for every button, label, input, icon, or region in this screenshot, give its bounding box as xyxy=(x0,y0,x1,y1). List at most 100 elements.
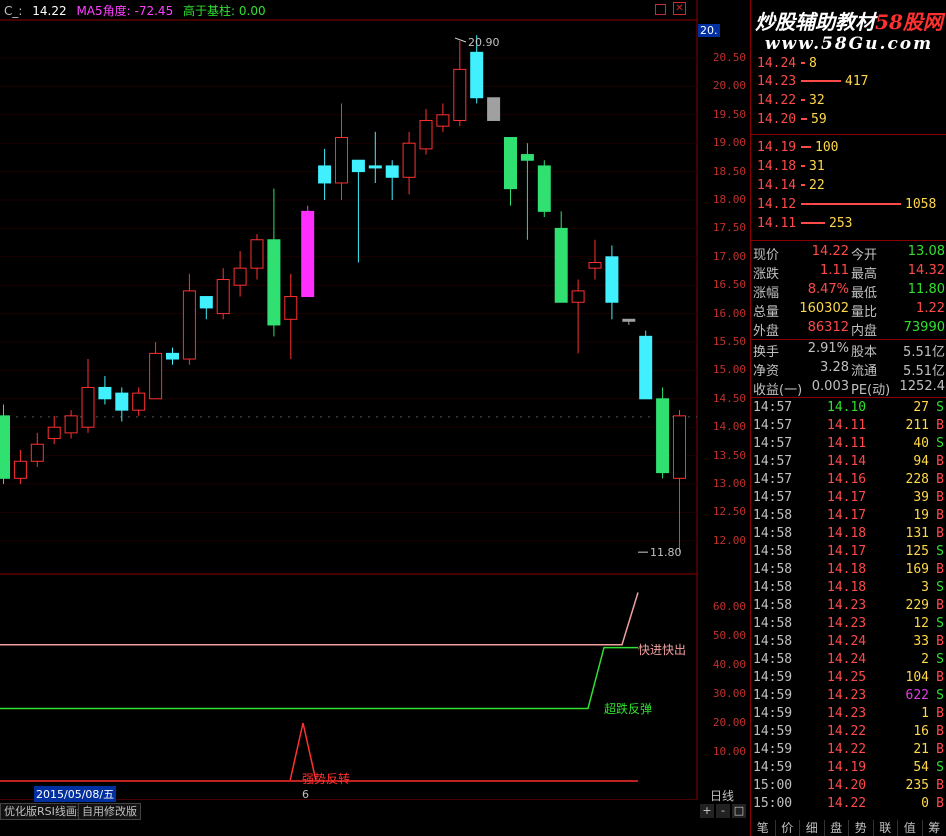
trade-tick-row[interactable]: 14:58 14.18 169 B xyxy=(751,562,946,580)
trade-tick-row[interactable]: 15:00 14.22 0 B xyxy=(751,796,946,814)
candle-body xyxy=(504,137,517,190)
trade-volume: 19 xyxy=(913,508,929,523)
trade-tick-row[interactable]: 14:59 14.23 1 B xyxy=(751,706,946,724)
quote-label: 涨跌 xyxy=(753,267,780,282)
price-tick-label: 20.50 xyxy=(712,51,746,64)
trade-tick-row[interactable]: 14:59 14.19 54 S xyxy=(751,760,946,778)
candle-body xyxy=(13,460,27,479)
trade-side: B xyxy=(936,778,944,793)
order-book-row[interactable]: 14.11 253 xyxy=(757,214,852,232)
order-book-row[interactable]: 14.19 100 xyxy=(757,138,838,156)
trade-price: 14.19 xyxy=(827,760,867,775)
order-volume: 417 xyxy=(845,73,869,89)
trade-side: B xyxy=(936,742,944,757)
price-tick-label: 16.50 xyxy=(712,278,746,292)
order-book-row[interactable]: 14.18 31 xyxy=(757,157,825,175)
quote-label: 最低 xyxy=(851,286,878,301)
trade-price: 14.11 xyxy=(827,436,867,451)
order-book-row[interactable]: 14.22 32 xyxy=(757,91,825,109)
trade-tick-row[interactable]: 14:57 14.10 27 S xyxy=(751,400,946,418)
trade-tick-row[interactable]: 14:58 14.18 131 B xyxy=(751,526,946,544)
candle-body xyxy=(115,392,129,411)
candle-body xyxy=(318,165,332,184)
trade-time: 14:58 xyxy=(753,508,793,523)
tab-custom-edit[interactable]: 自用修改版 xyxy=(78,803,141,820)
trade-volume: 16 xyxy=(913,724,929,739)
period-label[interactable]: 日线 xyxy=(710,787,734,804)
trade-time: 14:58 xyxy=(753,544,793,559)
candle-body xyxy=(98,386,112,400)
trade-tick-row[interactable]: 14:57 14.17 39 B xyxy=(751,490,946,508)
panel-tab[interactable]: 价 xyxy=(776,820,800,836)
panel-tab[interactable]: 值 xyxy=(898,820,923,836)
trade-tick-row[interactable]: 14:59 14.22 16 B xyxy=(751,724,946,742)
panel-tab[interactable]: 盘 xyxy=(825,820,849,836)
label-strong-reversal: 强势反转 xyxy=(302,772,351,786)
label-oversold-rebound: 超跌反弹 xyxy=(604,702,653,716)
trade-tick-row[interactable]: 14:57 14.16 228 B xyxy=(751,472,946,490)
trade-tick-row[interactable]: 14:58 14.23 229 B xyxy=(751,598,946,616)
trade-tick-row[interactable]: 14:57 14.11 211 B xyxy=(751,418,946,436)
trade-price: 14.17 xyxy=(827,508,867,523)
order-book-row[interactable]: 14.23 417 xyxy=(757,72,868,90)
order-book-row[interactable]: 14.20 59 xyxy=(757,110,827,128)
panel-tabs: 笔价细盘势联值筹 xyxy=(751,820,946,836)
reset-view-button[interactable]: □ xyxy=(732,804,746,818)
trade-volume: 229 xyxy=(905,598,929,613)
trade-tick-row[interactable]: 14:58 14.23 12 S xyxy=(751,616,946,634)
quote-value: 8.47% xyxy=(807,282,849,297)
kline-chart[interactable]: C_: 14.22 MA5角度: -72.45 高于基柱: 0.00 ✕ 快进快… xyxy=(0,0,698,800)
trade-price: 14.24 xyxy=(827,634,867,649)
candle-body xyxy=(520,154,534,161)
trade-tick-row[interactable]: 14:58 14.17 19 B xyxy=(751,508,946,526)
panel-tab[interactable]: 笔 xyxy=(751,820,776,836)
trade-tick-row[interactable]: 15:00 14.20 235 B xyxy=(751,778,946,796)
order-volume: 253 xyxy=(829,215,853,231)
trade-tick-row[interactable]: 14:58 14.24 33 B xyxy=(751,634,946,652)
trade-price: 14.16 xyxy=(827,472,867,487)
quote-value: 14.32 xyxy=(907,263,945,278)
candle-body xyxy=(605,256,619,303)
trade-volume: 131 xyxy=(905,526,929,541)
order-book-row[interactable]: 14.14 22 xyxy=(757,176,825,194)
trade-tick-row[interactable]: 14:58 14.24 2 S xyxy=(751,652,946,670)
order-volume-bar xyxy=(801,118,807,120)
zoom-in-button[interactable]: + xyxy=(700,804,714,818)
trade-tick-row[interactable]: 14:58 14.17 125 S xyxy=(751,544,946,562)
trade-side: S xyxy=(936,400,944,415)
trade-side: S xyxy=(936,760,944,775)
candle-body xyxy=(267,239,281,326)
zoom-out-button[interactable]: - xyxy=(716,804,730,818)
price-tick-label: 12.00 xyxy=(712,533,746,547)
trade-tick-row[interactable]: 14:57 14.14 94 B xyxy=(751,454,946,472)
order-price: 14.11 xyxy=(757,215,797,231)
trade-tick-row[interactable]: 14:59 14.22 21 B xyxy=(751,742,946,760)
order-book-row[interactable]: 14.24 8 xyxy=(757,54,817,72)
trade-tick-row[interactable]: 14:59 14.25 104 B xyxy=(751,670,946,688)
candle-body xyxy=(385,165,399,178)
trade-time: 14:58 xyxy=(753,652,793,667)
trade-volume: 39 xyxy=(913,490,929,505)
trade-tick-row[interactable]: 14:58 14.18 3 S xyxy=(751,580,946,598)
quote-row: 净资 3.28 流通 5.51亿 xyxy=(751,360,946,379)
candle-body xyxy=(656,398,670,474)
trade-volume: 235 xyxy=(905,778,929,793)
trade-tick-row[interactable]: 14:57 14.11 40 S xyxy=(751,436,946,454)
panel-tab[interactable]: 联 xyxy=(874,820,898,836)
trade-side: B xyxy=(936,526,944,541)
candle-body xyxy=(301,210,315,298)
order-book-row[interactable]: 14.12 1058 xyxy=(757,195,936,213)
quote-row: 收益(一) 0.003 PE(动) 1252.4 xyxy=(751,379,946,398)
candle-body xyxy=(368,165,382,169)
panel-tab[interactable]: 筹 xyxy=(923,820,946,836)
kline-canvas xyxy=(0,0,698,800)
panel-tab[interactable]: 势 xyxy=(849,820,874,836)
order-volume: 22 xyxy=(809,177,825,193)
panel-tab[interactable]: 细 xyxy=(800,820,825,836)
price-tick-label: 18.50 xyxy=(712,164,746,178)
order-volume: 31 xyxy=(809,158,825,174)
trade-time: 14:59 xyxy=(753,724,793,739)
trade-tick-row[interactable]: 14:59 14.23 622 S xyxy=(751,688,946,706)
quote-row: 涨幅 8.47% 最低 11.80 xyxy=(751,282,946,301)
axis-top-value: 20. xyxy=(698,24,720,37)
